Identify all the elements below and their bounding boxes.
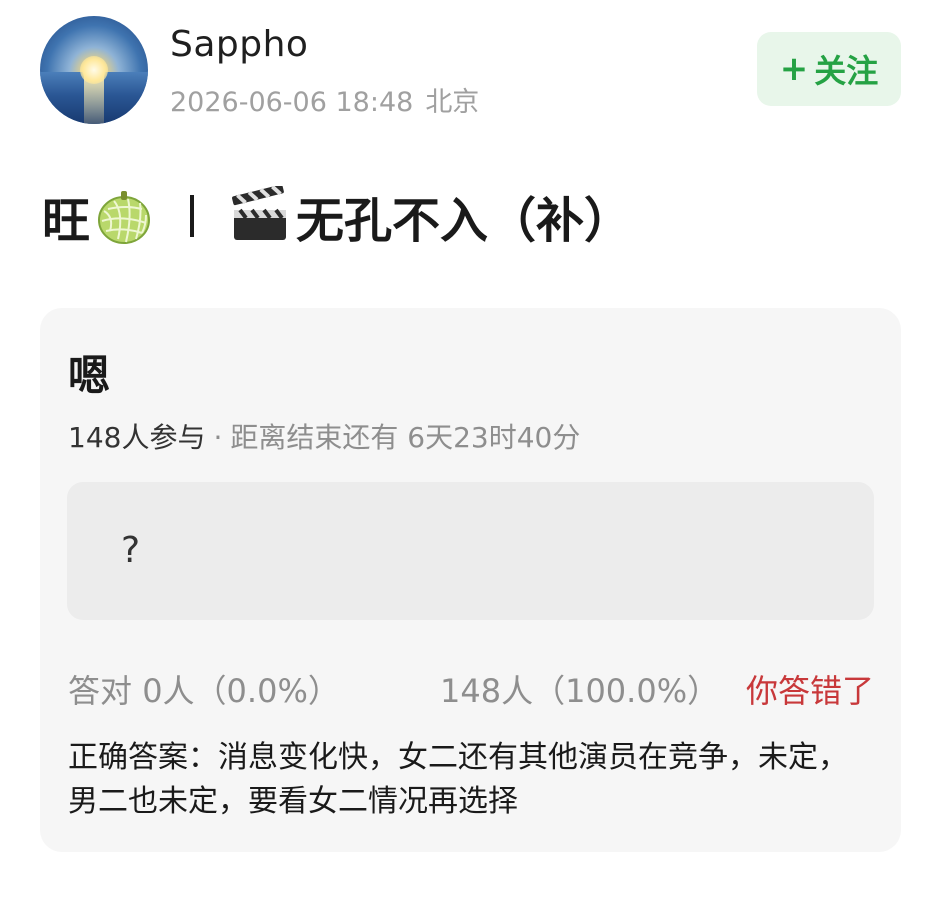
correct-label: 答对 [68,672,133,710]
wrong-answer-status: 你答错了 [745,672,874,710]
follow-button[interactable]: + 关注 [757,32,901,106]
time-left-value: 6天23时40分 [407,421,581,454]
correct-result: 答对 0人（0.0%） [68,666,340,712]
correct-value: 0人（0.0%） [142,672,340,710]
quiz-question: 嗯 [68,351,111,400]
quiz-option[interactable]: ? [67,482,874,620]
result-row: 答对 0人（0.0%） 148人（100.0%） 你答错了 [68,666,874,710]
participants-count: 148人参与 [68,421,206,454]
post-title: 旺 无孔不入（补） [42,176,632,256]
option-text: ? [121,530,141,571]
plus-icon: + [779,49,809,89]
post-header: Sappho 2026-06-06 18:48 北京 + 关注 [0,0,940,140]
avatar-sun [80,56,108,84]
quiz-stats: 148人参与 · 距离结束还有 6天23时40分 [68,416,580,456]
time-left-label: 距离结束还有 [230,421,399,454]
follow-label: 关注 [814,52,879,90]
title-main: 无孔不入（补） [296,193,633,249]
dot-separator: · [213,421,223,454]
username[interactable]: Sappho [170,24,308,65]
title-prefix: 旺 [42,193,91,249]
title-separator [190,195,195,237]
other-result-value: 148人（100.0%） [440,672,720,710]
post-meta: 2026-06-06 18:48 北京 [170,80,479,119]
clapper-board-icon [232,186,287,240]
melon-icon [98,191,151,244]
quiz-card: 嗯 148人参与 · 距离结束还有 6天23时40分 ? 答对 0人（0.0%） 1… [40,308,901,852]
correct-answer-text: 正确答案：消息变化快，女二还有其他演员在竞争，未定，男二也未定，要看女二情况再选… [68,740,848,819]
post-datetime: 2026-06-06 18:48 [170,87,414,118]
avatar[interactable] [40,16,148,124]
post-location: 北京 [425,87,480,118]
